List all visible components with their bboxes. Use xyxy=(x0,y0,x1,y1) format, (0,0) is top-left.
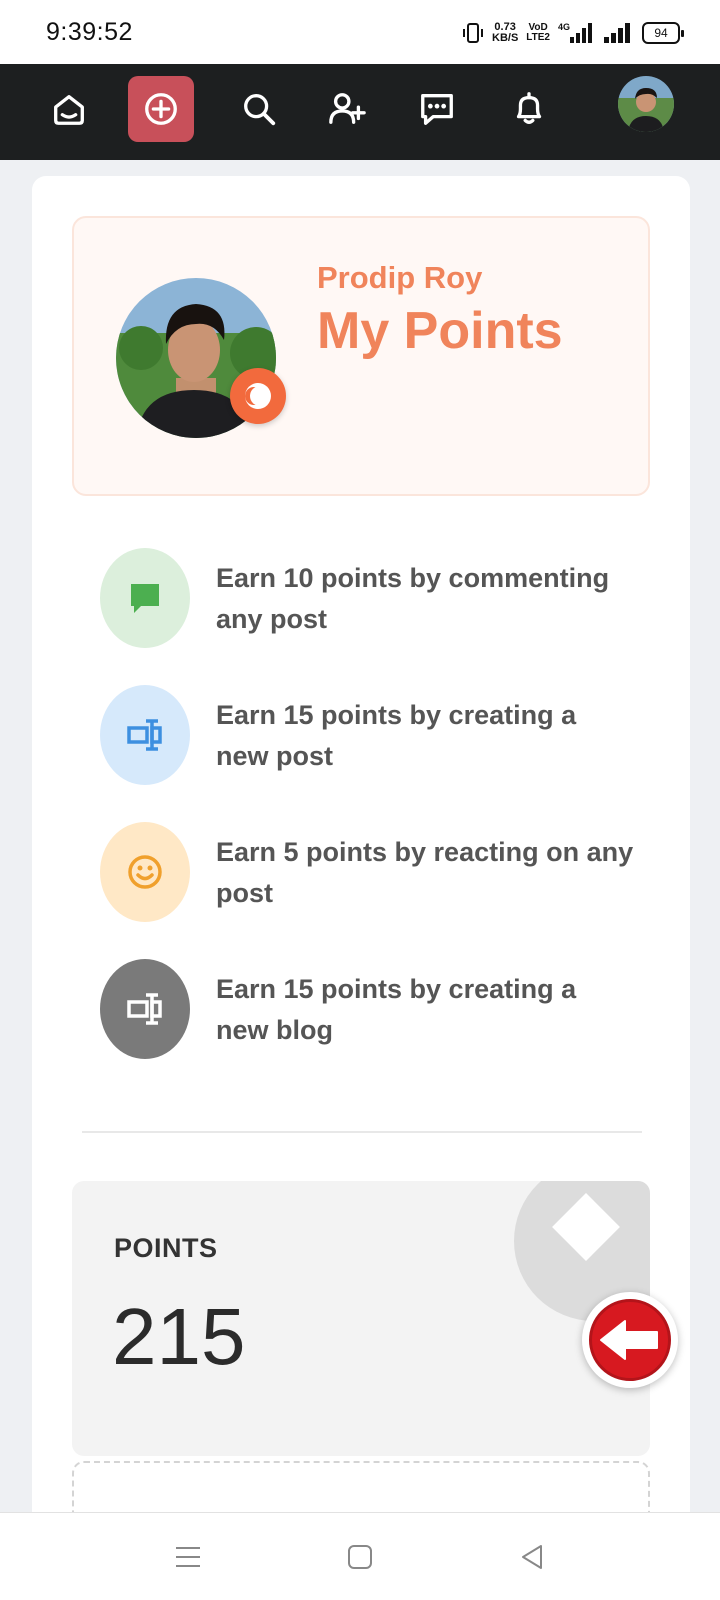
page-title: My Points xyxy=(317,302,563,360)
messages-icon xyxy=(421,94,453,125)
back-button[interactable] xyxy=(582,1292,678,1388)
status-bar: 9:39:52 0.73 KB/S VoD LTE2 4G 94 xyxy=(0,0,720,64)
points-total-card: POINTS 215 xyxy=(72,1181,650,1456)
back-arrow-icon xyxy=(589,1299,671,1381)
net-speed: 0.73 KB/S xyxy=(492,21,519,44)
smiley-icon xyxy=(100,822,190,922)
add-friend-button[interactable] xyxy=(314,76,380,142)
earn-rule-text: Earn 10 points by commenting any post xyxy=(216,563,610,634)
earn-rule-text: Earn 15 points by creating a new post xyxy=(216,700,577,771)
status-icons: 0.73 KB/S VoD LTE2 4G 94 xyxy=(462,18,684,48)
home-system-button[interactable] xyxy=(340,1537,380,1577)
post-icon xyxy=(100,685,190,785)
points-page-card: Prodip Roy My Points Earn 10 points by c… xyxy=(32,176,690,1600)
messages-button[interactable] xyxy=(404,76,470,142)
svg-text:4G: 4G xyxy=(558,22,570,32)
status-time: 9:39:52 xyxy=(46,18,133,46)
volte-indicator: VoD LTE2 xyxy=(526,22,550,43)
notifications-button[interactable] xyxy=(496,76,562,142)
create-post-icon xyxy=(145,93,177,125)
vibrate-icon xyxy=(463,23,483,43)
blog-icon xyxy=(100,959,190,1059)
home-square-icon xyxy=(348,1545,372,1569)
points-badge-icon xyxy=(230,368,286,424)
search-icon xyxy=(244,94,276,126)
back-system-button[interactable] xyxy=(512,1537,552,1577)
search-button[interactable] xyxy=(226,76,292,142)
system-navigation xyxy=(0,1512,720,1600)
earn-rule-text: Earn 5 points by reacting on any post xyxy=(216,837,634,908)
profile-avatar[interactable] xyxy=(618,76,674,132)
menu-button[interactable] xyxy=(168,1537,208,1577)
signal-icon xyxy=(604,23,630,43)
points-label: POINTS xyxy=(114,1233,218,1263)
signal-4g-icon: 4G xyxy=(558,22,592,43)
top-navigation xyxy=(0,64,720,160)
earn-rule-comment: Earn 10 points by commenting any post xyxy=(100,548,660,648)
points-value: 215 xyxy=(112,1292,246,1381)
create-post-button[interactable] xyxy=(128,76,194,142)
back-triangle-icon xyxy=(522,1545,542,1569)
earn-rule-react: Earn 5 points by reacting on any post xyxy=(100,822,660,922)
earn-rule-post: Earn 15 points by creating a new post xyxy=(100,685,660,785)
user-name: Prodip Roy xyxy=(317,260,483,295)
home-button[interactable] xyxy=(36,76,102,142)
earn-rule-blog: Earn 15 points by creating a new blog xyxy=(100,959,660,1059)
battery-icon: 94 xyxy=(642,22,684,44)
earn-rule-text: Earn 15 points by creating a new blog xyxy=(216,974,577,1045)
profile-photo xyxy=(618,76,674,132)
add-friend-icon xyxy=(329,93,366,124)
points-header: Prodip Roy My Points xyxy=(72,216,650,496)
notifications-icon xyxy=(516,92,542,124)
menu-icon xyxy=(176,1547,200,1567)
home-icon xyxy=(54,94,84,125)
comment-icon xyxy=(100,548,190,648)
divider xyxy=(82,1131,642,1133)
